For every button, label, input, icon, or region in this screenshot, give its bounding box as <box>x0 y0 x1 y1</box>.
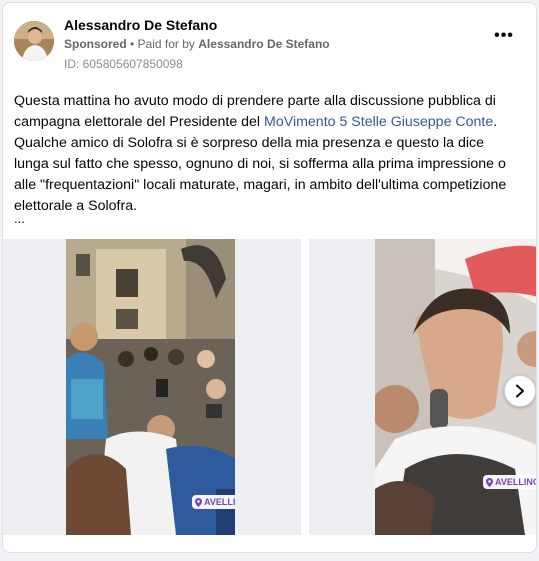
ad-id: ID: 605805607850098 <box>64 57 183 71</box>
author-name[interactable]: Alessandro De Stefano <box>64 17 217 33</box>
more-options-button[interactable]: ••• <box>494 28 514 44</box>
chevron-right-icon <box>516 384 524 398</box>
location-sticker-text: AVELLINO <box>495 477 537 487</box>
location-pin-icon <box>195 497 202 507</box>
see-more-ellipsis[interactable]: ... <box>14 211 25 226</box>
sponsored-line: Sponsored • Paid for by Alessandro De St… <box>64 37 330 51</box>
sponsored-label: Sponsored <box>64 37 127 51</box>
carousel-next-button[interactable] <box>504 375 536 407</box>
location-pin-icon <box>486 477 493 487</box>
location-sticker: AVELLINO <box>483 475 537 489</box>
paid-for-name: Alessandro De Stefano <box>198 37 330 51</box>
ad-card: Alessandro De Stefano Sponsored • Paid f… <box>2 2 537 553</box>
author-avatar[interactable] <box>14 21 54 61</box>
post-header: Alessandro De Stefano Sponsored • Paid f… <box>14 17 526 77</box>
paid-for-prefix: • Paid for by <box>130 37 195 51</box>
post-text-link[interactable]: MoVimento 5 Stelle Giuseppe Conte <box>264 114 493 130</box>
carousel-slide-2[interactable]: AVELLINO <box>309 239 537 535</box>
carousel-slide-1[interactable]: AVELLINO <box>3 239 301 535</box>
crowd-scene-image <box>66 239 235 535</box>
location-sticker-text: AVELLINO <box>204 497 235 507</box>
post-text: Questa mattina ho avuto modo di prendere… <box>14 91 519 217</box>
video-thumbnail-crowd[interactable]: AVELLINO <box>66 239 235 535</box>
avatar-image <box>14 21 54 61</box>
location-sticker: AVELLINO <box>192 495 235 509</box>
media-carousel: AVELLINO <box>3 239 537 535</box>
